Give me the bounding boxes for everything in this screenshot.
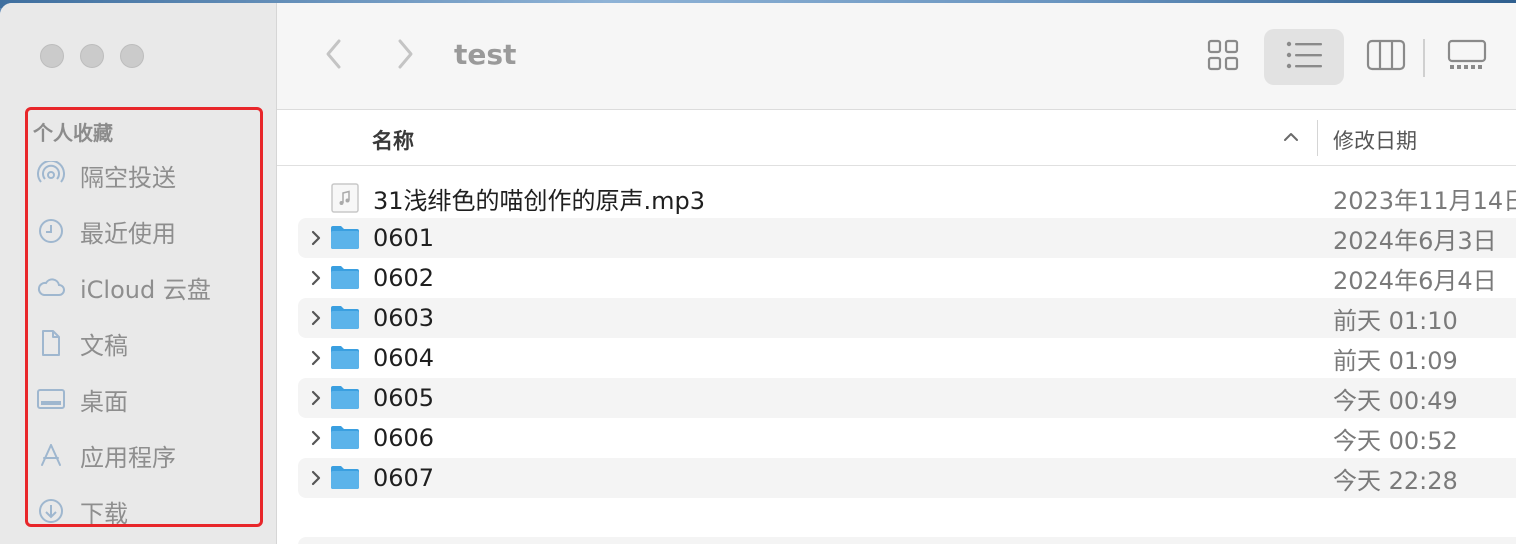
disclosure-triangle-icon[interactable] — [306, 468, 326, 488]
file-date: 前天 01:09 — [1333, 346, 1458, 375]
chevron-left-icon — [324, 38, 344, 74]
disclosure-triangle-icon[interactable] — [306, 388, 326, 408]
view-as-icons-button[interactable] — [1183, 29, 1263, 85]
file-date: 2024年6月3日 — [1333, 226, 1497, 255]
disclosure-triangle-icon[interactable] — [306, 308, 326, 328]
folder-name: 0603 — [373, 304, 435, 332]
file-date: 今天 00:49 — [1333, 386, 1458, 415]
table-row[interactable]: 0602 2024年6月4日 — [298, 258, 1516, 298]
view-as-gallery-button[interactable] — [1427, 29, 1507, 85]
close-window-button[interactable] — [40, 44, 64, 68]
folder-icon — [330, 304, 360, 332]
gallery-icon — [1447, 39, 1487, 75]
column-header-date-modified[interactable]: 修改日期 — [1333, 125, 1417, 155]
view-as-columns-button[interactable] — [1346, 29, 1426, 85]
folder-icon — [330, 264, 360, 292]
folder-icon — [330, 344, 360, 372]
folder-name: 0607 — [373, 464, 435, 492]
folder-name: 0601 — [373, 224, 435, 252]
audio-file-icon — [330, 183, 360, 213]
folder-icon — [330, 424, 360, 452]
folder-name: 0602 — [373, 264, 435, 292]
folder-name: 0605 — [373, 384, 435, 412]
file-date: 今天 22:28 — [1333, 466, 1458, 495]
column-header: 名称 修改日期 — [277, 110, 1516, 166]
folder-title: test — [454, 38, 517, 71]
toolbar: test — [277, 3, 1516, 110]
folder-name: 0606 — [373, 424, 435, 452]
chevron-right-icon — [395, 38, 415, 74]
view-as-list-button[interactable] — [1264, 29, 1344, 85]
sort-ascending-icon[interactable] — [1281, 127, 1301, 147]
table-row[interactable]: 31浅绯色的喵创作的原声.mp3 2023年11月14日 — [298, 178, 1516, 218]
file-name: 31浅绯色的喵创作的原声.mp3 — [373, 186, 706, 215]
folder-name: 0604 — [373, 344, 435, 372]
empty-row-stripe — [298, 537, 1516, 544]
column-header-name[interactable]: 名称 — [372, 125, 414, 155]
zoom-window-button[interactable] — [120, 44, 144, 68]
table-row[interactable]: 0607 今天 22:28 — [298, 458, 1516, 498]
favorites-highlight-box — [25, 107, 263, 527]
minimize-window-button[interactable] — [80, 44, 104, 68]
icon-grid-icon — [1207, 39, 1239, 75]
finder-window: 个人收藏 隔空投送 最近使用 iCloud 云盘 文稿 桌面 应用程序 下载 t… — [0, 3, 1516, 544]
file-date: 2023年11月14日 — [1333, 186, 1516, 215]
file-date: 前天 01:10 — [1333, 306, 1458, 335]
columns-icon — [1366, 39, 1406, 75]
table-row[interactable]: 0606 今天 00:52 — [298, 418, 1516, 458]
list-icon — [1286, 40, 1322, 74]
disclosure-triangle-icon[interactable] — [306, 228, 326, 248]
back-button[interactable] — [314, 36, 354, 76]
forward-button[interactable] — [385, 36, 425, 76]
column-divider[interactable] — [1317, 120, 1318, 156]
table-row[interactable]: 0604 前天 01:09 — [298, 338, 1516, 378]
disclosure-triangle-icon[interactable] — [306, 428, 326, 448]
sidebar: 个人收藏 隔空投送 最近使用 iCloud 云盘 文稿 桌面 应用程序 下载 — [0, 3, 277, 544]
table-row[interactable]: 0603 前天 01:10 — [298, 298, 1516, 338]
table-row[interactable]: 0605 今天 00:49 — [298, 378, 1516, 418]
table-row[interactable]: 0601 2024年6月3日 — [298, 218, 1516, 258]
file-date: 2024年6月4日 — [1333, 266, 1497, 295]
disclosure-triangle-icon[interactable] — [306, 268, 326, 288]
toolbar-divider — [1423, 39, 1425, 77]
folder-icon — [330, 224, 360, 252]
disclosure-triangle-icon[interactable] — [306, 348, 326, 368]
folder-icon — [330, 384, 360, 412]
file-date: 今天 00:52 — [1333, 426, 1458, 455]
folder-icon — [330, 464, 360, 492]
